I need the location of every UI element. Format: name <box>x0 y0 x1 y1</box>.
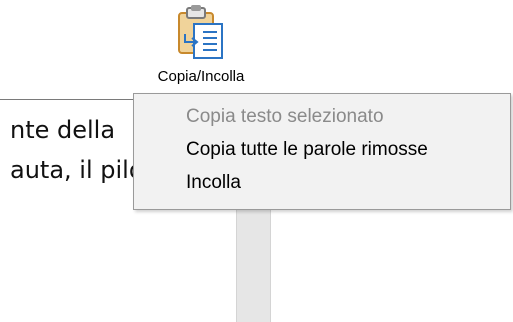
menu-item-label: Incolla <box>186 172 241 193</box>
copy-paste-label: Copia/Incolla <box>157 68 245 85</box>
menu-item-label: Copia tutte le parole rimosse <box>186 139 428 160</box>
copy-paste-menu: Copia testo selezionato Copia tutte le p… <box>133 93 511 210</box>
copy-paste-button[interactable]: Copia/Incolla <box>139 2 263 92</box>
menu-item-copy-all-removed-words[interactable]: Copia tutte le parole rimosse <box>135 134 509 166</box>
menu-item-label: Copia testo selezionato <box>186 106 384 127</box>
menu-item-paste[interactable]: Incolla <box>135 167 509 199</box>
menu-item-copy-selected-text[interactable]: Copia testo selezionato <box>135 101 509 133</box>
gutter-strip <box>236 210 271 322</box>
clipboard-paste-icon <box>175 4 227 62</box>
